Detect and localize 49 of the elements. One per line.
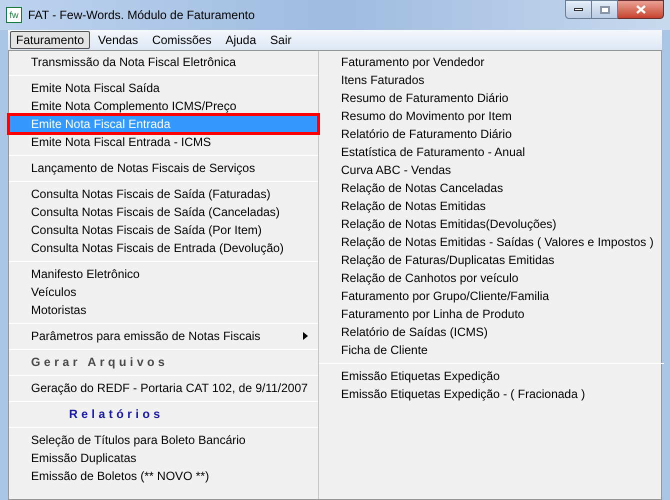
menu-item[interactable]: Relação de Notas Emitidas xyxy=(319,197,664,215)
menu-item[interactable]: Resumo do Movimento por Item xyxy=(319,107,664,125)
menu-item[interactable]: Relação de Faturas/Duplicatas Emitidas xyxy=(319,251,664,269)
menu-item[interactable]: Resumo de Faturamento Diário xyxy=(319,89,664,107)
menu-item[interactable]: Emite Nota Fiscal Entrada - ICMS xyxy=(9,133,318,151)
menu-heading: Relatórios xyxy=(69,406,164,423)
menu-item[interactable]: Faturamento por Vendedor xyxy=(319,53,664,71)
menu-item[interactable]: Emissão Duplicatas xyxy=(9,449,318,467)
menu-item[interactable]: Faturamento por Linha de Produto xyxy=(319,305,664,323)
menu-item[interactable]: Relação de Canhotos por veículo xyxy=(319,269,664,287)
app-logo-icon: fw xyxy=(6,7,22,23)
menu-item[interactable]: Relação de Notas Emitidas - Saídas ( Valores e Impostos ) xyxy=(319,233,664,251)
menu-bar-item[interactable]: Vendas xyxy=(92,31,144,49)
menu-item[interactable]: Relação de Notas Canceladas xyxy=(319,179,664,197)
menu-item[interactable]: Emissão de Boletos (** NOVO **) xyxy=(9,467,318,485)
close-icon xyxy=(636,5,646,14)
menu-item[interactable]: Motoristas xyxy=(9,301,318,319)
menu-bar-item[interactable]: Faturamento xyxy=(10,31,90,49)
menu-item[interactable]: Consulta Notas Fiscais de Saída (Por Item) xyxy=(9,221,318,239)
menu-item[interactable]: Relatório de Faturamento Diário xyxy=(319,125,664,143)
maximize-button[interactable] xyxy=(592,0,618,19)
menu-bar-item[interactable]: Sair xyxy=(264,31,298,49)
menu-item[interactable]: Emite Nota Complemento ICMS/Preço xyxy=(9,97,318,115)
menu-item[interactable]: Lançamento de Notas Fiscais de Serviços xyxy=(9,159,318,177)
menu-item[interactable]: Transmissão da Nota Fiscal Eletrônica xyxy=(9,53,318,71)
menu-heading: Gerar Arquivos xyxy=(31,354,168,371)
menu-item[interactable]: Consulta Notas Fiscais de Entrada (Devolução) xyxy=(9,239,318,257)
menu-item[interactable]: Veículos xyxy=(9,283,318,301)
menu-item[interactable]: Relatório de Saídas (ICMS) xyxy=(319,323,664,341)
menu-item[interactable]: Consulta Notas Fiscais de Saída (Canceladas) xyxy=(9,203,318,221)
menu-item[interactable]: Ficha de Cliente xyxy=(319,341,664,359)
menu-item[interactable]: Geração do REDF - Portaria CAT 102, de 9/11/2007 xyxy=(9,379,318,397)
menu-item[interactable]: Estatística de Faturamento - Anual xyxy=(319,143,664,161)
menu-item[interactable]: Manifesto Eletrônico xyxy=(9,265,318,283)
menu-bar-item[interactable]: Comissões xyxy=(146,31,218,49)
menu-item[interactable]: Emite Nota Fiscal Saída xyxy=(9,79,318,97)
minimize-button[interactable] xyxy=(565,0,592,19)
menu-item[interactable]: Parâmetros para emissão de Notas Fiscais xyxy=(9,327,318,345)
menu-item[interactable]: Faturamento por Grupo/Cliente/Familia xyxy=(319,287,664,305)
menu-item[interactable]: Emissão Etiquetas Expedição - ( Fracionada ) xyxy=(319,385,664,403)
menu-bar-item[interactable]: Ajuda xyxy=(219,31,262,49)
menu-item[interactable]: Seleção de Títulos para Boleto Bancário xyxy=(9,431,318,449)
window-title: FAT - Few-Words. Módulo de Faturamento xyxy=(28,7,255,24)
menu-item[interactable]: Curva ABC - Vendas xyxy=(319,161,664,179)
menu-item[interactable]: Consulta Notas Fiscais de Saída (Faturadas) xyxy=(9,185,318,203)
menu-item[interactable]: Itens Faturados xyxy=(319,71,664,89)
close-button[interactable] xyxy=(618,0,664,19)
menu-item[interactable]: Relação de Notas Emitidas(Devoluções) xyxy=(319,215,664,233)
menu-item[interactable]: Emissão Etiquetas Expedição xyxy=(319,367,664,385)
